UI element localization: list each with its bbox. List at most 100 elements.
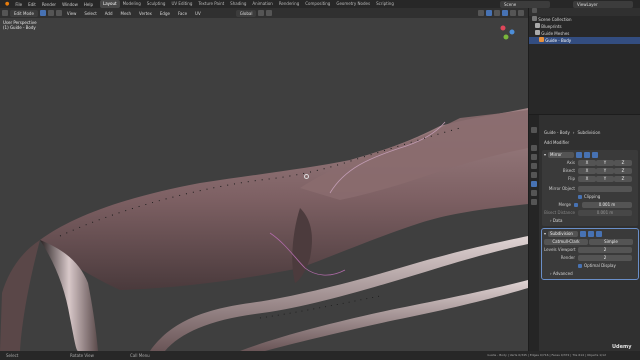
modifier-tab-icon[interactable]: [531, 181, 537, 187]
add-modifier-button[interactable]: Add Modifier: [540, 139, 640, 147]
breadcrumb-modifier: Subdivision: [577, 130, 601, 135]
collection-icon: [532, 16, 537, 21]
menu-help[interactable]: Help: [81, 2, 96, 7]
menu-view[interactable]: View: [64, 11, 80, 16]
shading-material-icon[interactable]: [510, 10, 516, 16]
tab-uv-editing[interactable]: UV Editing: [168, 0, 195, 8]
chevron-down-icon[interactable]: ▾: [544, 230, 546, 238]
proportional-edit-icon[interactable]: [266, 10, 273, 16]
outliner-item-guide-body[interactable]: Guide - Body: [529, 37, 640, 44]
overlay-icon[interactable]: [478, 10, 484, 16]
mirror-object-field[interactable]: [578, 186, 632, 192]
menu-mesh[interactable]: Mesh: [118, 11, 135, 16]
outliner-item-label: Blueprints: [541, 24, 562, 29]
menu-edge[interactable]: Edge: [157, 11, 173, 16]
flip-z-toggle[interactable]: Z: [614, 176, 632, 182]
shading-solid-icon[interactable]: [502, 10, 508, 16]
face-select-icon[interactable]: [55, 10, 62, 16]
menu-file[interactable]: File: [12, 2, 25, 7]
mesh-icon: [539, 37, 544, 42]
xray-icon[interactable]: [486, 10, 492, 16]
chevron-down-icon[interactable]: ▾: [544, 151, 546, 159]
editor-type-icon[interactable]: [2, 10, 8, 16]
data-subpanel[interactable]: › Data: [544, 217, 636, 225]
scene-selector[interactable]: Scene: [500, 0, 550, 8]
render-toggle-icon[interactable]: [596, 231, 603, 237]
outliner-item-label: Scene Collection: [538, 17, 572, 22]
mode-dropdown[interactable]: Edit Mode: [10, 9, 38, 17]
mirror-object-label: Mirror Object: [548, 186, 575, 191]
menu-window[interactable]: Window: [59, 2, 81, 7]
material-tab-icon[interactable]: [531, 199, 537, 205]
tab-modeling[interactable]: Modeling: [120, 0, 144, 8]
output-tab-icon[interactable]: [531, 154, 537, 160]
bisect-distance-field[interactable]: 0.001 m: [578, 210, 632, 216]
view-layer-selector[interactable]: ViewLayer: [573, 0, 633, 8]
tab-compositing[interactable]: Compositing: [302, 0, 333, 8]
catmull-clark-button[interactable]: Catmull-Clark: [544, 239, 588, 245]
flip-x-toggle[interactable]: X: [578, 176, 596, 182]
bisect-x-toggle[interactable]: X: [578, 168, 596, 174]
axis-x-toggle[interactable]: X: [578, 160, 596, 166]
viewport-toggle-icon[interactable]: [588, 231, 595, 237]
flip-label: Flip: [567, 176, 575, 181]
advanced-subpanel[interactable]: › Advanced: [544, 270, 636, 278]
render-levels-field[interactable]: 2: [578, 255, 632, 261]
tab-scripting[interactable]: Scripting: [373, 0, 397, 8]
blender-logo-icon[interactable]: ●: [2, 1, 12, 7]
menu-add[interactable]: Add: [102, 11, 116, 16]
physics-tab-icon[interactable]: [531, 190, 537, 196]
menu-render[interactable]: Render: [39, 2, 59, 7]
tab-layout[interactable]: Layout: [99, 0, 120, 8]
simple-button[interactable]: Simple: [589, 239, 633, 245]
mirror-name-field[interactable]: Mirror: [548, 152, 575, 158]
3d-cursor-icon[interactable]: [304, 174, 309, 179]
vertex-select-icon[interactable]: [39, 10, 46, 16]
gizmo-z[interactable]: [509, 29, 515, 35]
axis-y-toggle[interactable]: Y: [596, 160, 614, 166]
menu-select[interactable]: Select: [81, 11, 99, 16]
tab-animation[interactable]: Animation: [249, 0, 275, 8]
menu-edit[interactable]: Edit: [25, 2, 39, 7]
object-tab-icon[interactable]: [531, 172, 537, 178]
tab-shading[interactable]: Shading: [227, 0, 249, 8]
bisect-y-toggle[interactable]: Y: [596, 168, 614, 174]
outliner-item-guide-meshes[interactable]: Guide Meshes: [529, 30, 640, 37]
tab-geometry-nodes[interactable]: Geometry Nodes: [333, 0, 373, 8]
levels-viewport-field[interactable]: 2: [578, 247, 632, 253]
subdivision-name-field[interactable]: Subdivision: [548, 231, 579, 237]
status-select: Select: [6, 353, 19, 358]
outliner-item-blueprints[interactable]: Blueprints: [529, 23, 640, 30]
menu-vertex[interactable]: Vertex: [136, 11, 155, 16]
gizmo-x[interactable]: [500, 25, 506, 31]
shading-wire-icon[interactable]: [494, 10, 500, 16]
render-tab-icon[interactable]: [531, 145, 537, 151]
tab-rendering[interactable]: Rendering: [276, 0, 302, 8]
tab-texture-paint[interactable]: Texture Paint: [195, 0, 227, 8]
scene-tab-icon[interactable]: [531, 163, 537, 169]
flip-y-toggle[interactable]: Y: [596, 176, 614, 182]
tool-tab-icon[interactable]: [531, 127, 537, 133]
viewport-toggle-icon[interactable]: [584, 152, 591, 158]
outliner: Scene Collection Blueprints Guide Meshes…: [529, 8, 640, 114]
outliner-filter-icon[interactable]: [532, 8, 537, 13]
3d-viewport[interactable]: User Perspective (1) Guide - Body: [0, 18, 528, 351]
advanced-label: Advanced: [552, 271, 573, 276]
tab-sculpting[interactable]: Sculpting: [144, 0, 169, 8]
shading-render-icon[interactable]: [518, 10, 524, 16]
gizmo-y[interactable]: [503, 34, 509, 40]
transform-orientation[interactable]: Global: [235, 9, 257, 17]
axis-z-toggle[interactable]: Z: [614, 160, 632, 166]
edge-select-icon[interactable]: [47, 10, 54, 16]
merge-checkbox[interactable]: [574, 203, 578, 207]
snap-icon[interactable]: [258, 10, 265, 16]
outliner-item-scene-collection[interactable]: Scene Collection: [529, 16, 640, 23]
render-toggle-icon[interactable]: [592, 152, 599, 158]
menu-face[interactable]: Face: [175, 11, 190, 16]
edit-mode-toggle-icon[interactable]: [576, 152, 583, 158]
menu-uv[interactable]: UV: [192, 11, 204, 16]
edit-mode-toggle-icon[interactable]: [580, 231, 587, 237]
merge-distance-field[interactable]: 0.001 m: [582, 202, 632, 208]
bisect-z-toggle[interactable]: Z: [614, 168, 632, 174]
outliner-header: [529, 8, 640, 16]
